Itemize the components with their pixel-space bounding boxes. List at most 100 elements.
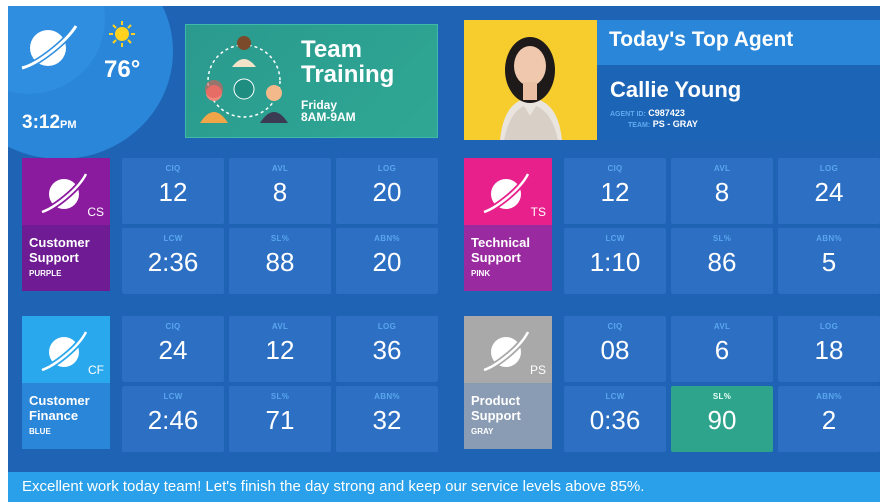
time-value: 3:12 bbox=[22, 112, 61, 133]
stat-value: 1:10 bbox=[589, 247, 641, 277]
planet-icon bbox=[482, 330, 531, 373]
team-color-name: PURPLE bbox=[29, 269, 62, 278]
agent-id-label: AGENT ID: bbox=[610, 111, 646, 118]
team-code: CF bbox=[88, 363, 104, 377]
sun-icon bbox=[109, 21, 135, 47]
stat-value: 5 bbox=[821, 247, 837, 277]
team-label: TS Technical Support PINK bbox=[464, 158, 552, 291]
team-label: PS Product Support GRAY bbox=[464, 316, 552, 449]
stat-value: 71 bbox=[265, 405, 295, 435]
agent-photo bbox=[464, 20, 597, 140]
stat-label: LCW bbox=[163, 234, 183, 243]
stat-label: LOG bbox=[377, 322, 397, 331]
training-title: Team Training bbox=[301, 36, 395, 88]
team-name-line1: Product bbox=[471, 393, 521, 408]
stat-label: LOG bbox=[377, 164, 397, 173]
dashboard-screen: 76° 3:12PM Team Training Friday 8AM-9AM bbox=[8, 6, 880, 502]
top-agent-title: Today's Top Agent bbox=[609, 28, 794, 51]
stat-tile-ciq: CIQ 08 bbox=[564, 316, 666, 382]
stat-value: 36 bbox=[372, 335, 402, 365]
stat-tile-avl: AVL 12 bbox=[229, 316, 331, 382]
team-name-line2: Support bbox=[471, 408, 521, 423]
team-code: CS bbox=[87, 205, 104, 219]
stat-label: AVL bbox=[713, 322, 731, 331]
stat-value: 90 bbox=[707, 405, 737, 435]
team-name-line1: Customer bbox=[29, 393, 90, 408]
stat-tile-abn-pct: ABN% 32 bbox=[336, 386, 438, 452]
stat-value: 20 bbox=[372, 177, 402, 207]
team-training-card: Team Training Friday 8AM-9AM bbox=[185, 24, 438, 138]
stat-label: LCW bbox=[163, 392, 183, 401]
stat-value: 20 bbox=[372, 247, 402, 277]
stat-value: 88 bbox=[265, 247, 295, 277]
stat-tile-abn-pct: ABN% 20 bbox=[336, 228, 438, 294]
team-name-line1: Technical bbox=[471, 235, 531, 250]
stat-label: AVL bbox=[271, 322, 289, 331]
team-people-icon bbox=[200, 36, 288, 123]
stat-tile-avl: AVL 8 bbox=[671, 158, 773, 224]
stat-label: ABN% bbox=[816, 392, 842, 401]
agent-name: Callie Young bbox=[610, 77, 742, 102]
stat-tile-ciq: CIQ 24 bbox=[122, 316, 224, 382]
team-name-box: Customer Finance BLUE bbox=[22, 383, 110, 449]
stat-label: LOG bbox=[819, 322, 839, 331]
temperature: 76° bbox=[104, 56, 141, 83]
stat-label: ABN% bbox=[816, 234, 842, 243]
planet-logo-icon bbox=[21, 24, 79, 71]
agent-team-row: TEAM: PS - GRAY bbox=[628, 119, 698, 129]
team-label: CF Customer Finance BLUE bbox=[22, 316, 110, 449]
stat-tile-lcw: LCW 2:36 bbox=[122, 228, 224, 294]
stat-label: ABN% bbox=[374, 234, 400, 243]
planet-icon bbox=[40, 172, 89, 215]
team-name-line2: Finance bbox=[29, 408, 79, 423]
stat-label: AVL bbox=[713, 164, 731, 173]
stat-label: CIQ bbox=[165, 322, 181, 331]
clock-time: 3:12PM bbox=[22, 112, 77, 134]
top-agent-card: Today's Top Agent Callie Young AGENT ID:… bbox=[464, 20, 880, 140]
stat-value: 2 bbox=[821, 405, 837, 435]
team-icon-box: CS bbox=[22, 158, 110, 225]
stat-label: SL% bbox=[712, 392, 732, 401]
stat-label: SL% bbox=[712, 234, 732, 243]
agent-team-label: TEAM: bbox=[628, 122, 651, 129]
stat-label: SL% bbox=[270, 234, 290, 243]
stat-value: 6 bbox=[714, 335, 730, 365]
training-hours: 8AM-9AM bbox=[301, 110, 356, 124]
agent-id-row: AGENT ID: C987423 bbox=[610, 108, 685, 118]
stat-tile-ciq: CIQ 12 bbox=[564, 158, 666, 224]
team-code: PS bbox=[529, 363, 546, 377]
team-icon-box: CF bbox=[22, 316, 110, 383]
top-agent-title-bar: Today's Top Agent bbox=[597, 20, 880, 65]
stat-tile-log: LOG 20 bbox=[336, 158, 438, 224]
stat-tile-sl-pct: SL% 88 bbox=[229, 228, 331, 294]
team-name-box: Customer Support PURPLE bbox=[22, 225, 110, 291]
stat-value: 2:46 bbox=[147, 405, 199, 435]
team-color-name: BLUE bbox=[29, 427, 51, 436]
stat-value: 86 bbox=[707, 247, 737, 277]
team-icon-box: PS bbox=[464, 316, 552, 383]
stat-tile-lcw: LCW 2:46 bbox=[122, 386, 224, 452]
team-label: CS Customer Support PURPLE bbox=[22, 158, 110, 291]
stat-value: 24 bbox=[814, 177, 844, 207]
stat-value: 24 bbox=[158, 335, 188, 365]
stat-tile-abn-pct: ABN% 5 bbox=[778, 228, 880, 294]
agent-team: PS - GRAY bbox=[652, 119, 698, 129]
agent-portrait-icon bbox=[464, 20, 597, 140]
training-schedule: Friday 8AM-9AM bbox=[301, 99, 356, 123]
stat-value: 08 bbox=[600, 335, 630, 365]
stat-value: 2:36 bbox=[147, 247, 199, 277]
stat-label: ABN% bbox=[374, 392, 400, 401]
stat-tile-lcw: LCW 0:36 bbox=[564, 386, 666, 452]
stat-value: 12 bbox=[158, 177, 188, 207]
stat-label: AVL bbox=[271, 164, 289, 173]
team-color-name: PINK bbox=[471, 269, 491, 278]
stat-tile-lcw: LCW 1:10 bbox=[564, 228, 666, 294]
stat-value: 12 bbox=[600, 177, 630, 207]
stat-tile-sl-pct: SL% 71 bbox=[229, 386, 331, 452]
stat-label: LCW bbox=[605, 392, 625, 401]
team-name-box: Product Support GRAY bbox=[464, 383, 552, 449]
stat-value: 8 bbox=[714, 177, 730, 207]
planet-icon bbox=[40, 330, 89, 373]
stat-tile-ciq: CIQ 12 bbox=[122, 158, 224, 224]
time-ampm: PM bbox=[60, 119, 77, 131]
